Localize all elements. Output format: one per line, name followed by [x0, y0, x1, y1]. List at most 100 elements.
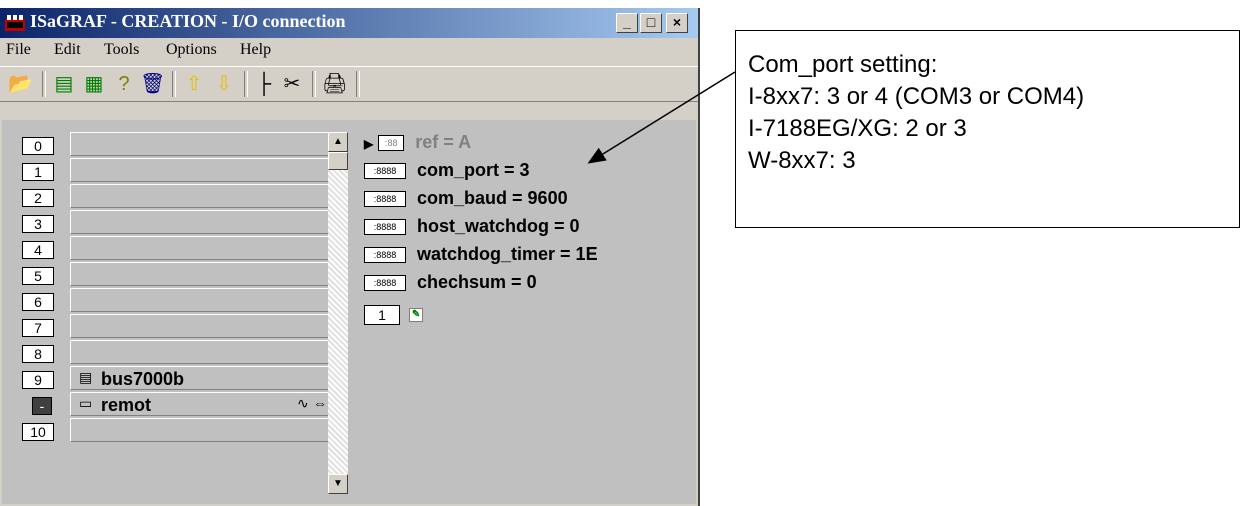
- toolbar-separator: [312, 71, 316, 97]
- toolbar-separator: [244, 71, 248, 97]
- slot-number[interactable]: 0: [22, 137, 54, 155]
- toolbar-separator: [356, 71, 360, 97]
- slot-cell[interactable]: [70, 288, 330, 312]
- param-label: host_watchdog = 0: [417, 216, 580, 236]
- vertical-scrollbar[interactable]: ▲ ▼: [328, 132, 348, 494]
- param-icon: :8888: [364, 191, 406, 208]
- slot-row[interactable]: 2: [22, 184, 330, 210]
- slot-number[interactable]: 3: [22, 215, 54, 233]
- slot-number[interactable]: 1: [22, 163, 54, 181]
- param-label: chechsum = 0: [417, 272, 537, 292]
- slot-row[interactable]: 0: [22, 132, 330, 158]
- param-icon: :8888: [364, 219, 406, 236]
- menu-edit[interactable]: Edit: [54, 41, 81, 59]
- slot-number[interactable]: 4: [22, 241, 54, 259]
- slot-row[interactable]: 8: [22, 340, 330, 366]
- toolbar-separator: [42, 71, 46, 97]
- param-label: watchdog_timer = 1E: [417, 244, 598, 264]
- slot-cell[interactable]: [70, 158, 330, 182]
- param-label: ref = A: [415, 132, 472, 152]
- open-icon[interactable]: 📂: [8, 72, 33, 96]
- param-label: com_port = 3: [417, 160, 530, 180]
- wave-icon: ∿: [297, 395, 309, 411]
- slot-number[interactable]: 10: [22, 423, 54, 441]
- minimize-button[interactable]: _: [616, 13, 638, 33]
- slot-row[interactable]: 10: [22, 418, 330, 444]
- slot-row[interactable]: - ▭ remot ∿ ⇔: [22, 392, 330, 418]
- scroll-up-button[interactable]: ▲: [328, 132, 348, 152]
- param-icon: :88: [378, 135, 405, 152]
- slot-number[interactable]: -: [32, 397, 52, 415]
- board-icon[interactable]: ▤: [52, 72, 76, 96]
- slot-number[interactable]: 6: [22, 293, 54, 311]
- channel-number[interactable]: 1: [364, 305, 400, 326]
- slot-cell[interactable]: [70, 418, 330, 442]
- slot-number[interactable]: 8: [22, 345, 54, 363]
- param-com-port[interactable]: :8888 com_port = 3: [364, 160, 530, 184]
- copy-icon[interactable]: ▦: [82, 72, 106, 96]
- maximize-button[interactable]: □: [640, 13, 662, 33]
- param-checksum[interactable]: :8888 chechsum = 0: [364, 272, 537, 296]
- slot-label: remot: [101, 395, 152, 415]
- scroll-down-button[interactable]: ▼: [328, 474, 348, 494]
- param-com-baud[interactable]: :8888 com_baud = 9600: [364, 188, 568, 212]
- slot-cell[interactable]: [70, 236, 330, 260]
- slot-number[interactable]: 9: [22, 371, 54, 389]
- title-bar[interactable]: ISaGRAF - CREATION - I/O connection _ □ …: [0, 8, 698, 38]
- menu-bar: File Edit Tools Options Help: [0, 38, 698, 64]
- cut-icon[interactable]: ✂: [280, 72, 304, 96]
- tree-icon[interactable]: ├: [252, 72, 276, 96]
- slot-row[interactable]: 4: [22, 236, 330, 262]
- slot-row[interactable]: 3: [22, 210, 330, 236]
- isagraf-window: ISaGRAF - CREATION - I/O connection _ □ …: [0, 8, 700, 506]
- slot-row[interactable]: 7: [22, 314, 330, 340]
- param-host-watchdog[interactable]: :8888 host_watchdog = 0: [364, 216, 580, 240]
- channel-row[interactable]: 1 ✎: [364, 304, 424, 328]
- arrow-down-icon[interactable]: ⇩: [212, 72, 236, 96]
- scroll-thumb[interactable]: [328, 152, 348, 170]
- slot-cell[interactable]: [70, 132, 330, 156]
- slot-number[interactable]: 2: [22, 189, 54, 207]
- slot-cell[interactable]: ▤ bus7000b: [70, 366, 330, 390]
- close-button[interactable]: ×: [666, 13, 688, 33]
- slot-cell[interactable]: [70, 314, 330, 338]
- param-icon: :8888: [364, 247, 406, 264]
- annotation-box: Com_port setting: I-8xx7: 3 or 4 (COM3 o…: [735, 30, 1240, 228]
- param-icon: :8888: [364, 163, 406, 180]
- app-icon: [5, 15, 25, 31]
- slot-number[interactable]: 5: [22, 267, 54, 285]
- param-ref[interactable]: ▶ :88 ref = A: [364, 132, 471, 156]
- slot-row[interactable]: 5: [22, 262, 330, 288]
- slot-row[interactable]: 9 ▤ bus7000b: [22, 366, 330, 392]
- slot-number[interactable]: 7: [22, 319, 54, 337]
- slot-row[interactable]: 6: [22, 288, 330, 314]
- edit-icon[interactable]: ✎: [409, 308, 424, 323]
- arrow-up-icon[interactable]: ⇧: [182, 72, 206, 96]
- equipment-icon: ▭: [79, 395, 93, 411]
- param-watchdog-timer[interactable]: :8888 watchdog_timer = 1E: [364, 244, 598, 268]
- trash-icon[interactable]: 🗑: [140, 72, 165, 96]
- print-icon[interactable]: 🖨: [322, 72, 347, 96]
- toolbar: 📂 ▤ ▦ ? 🗑 ⇧ ⇩ ├ ✂ 🖨: [0, 66, 698, 102]
- note-title: Com_port setting:: [748, 51, 938, 78]
- slot-cell[interactable]: ▭ remot ∿ ⇔: [70, 392, 330, 416]
- note-line: W-8xx7: 3: [748, 147, 856, 174]
- slot-cell[interactable]: [70, 262, 330, 286]
- help-icon[interactable]: ?: [112, 72, 136, 96]
- menu-tools[interactable]: Tools: [104, 41, 139, 59]
- toolbar-separator: [172, 71, 176, 97]
- param-label: com_baud = 9600: [417, 188, 568, 208]
- slot-cell[interactable]: [70, 210, 330, 234]
- param-icon: :8888: [364, 275, 406, 292]
- menu-file[interactable]: File: [6, 41, 31, 59]
- note-line: I-7188EG/XG: 2 or 3: [748, 115, 967, 142]
- board-icon: ▤: [79, 369, 93, 385]
- slot-label: bus7000b: [101, 369, 185, 389]
- slot-cell[interactable]: [70, 184, 330, 208]
- window-title: ISaGRAF - CREATION - I/O connection: [30, 11, 346, 31]
- slot-cell[interactable]: [70, 340, 330, 364]
- menu-options[interactable]: Options: [166, 41, 217, 59]
- slot-row[interactable]: 1: [22, 158, 330, 184]
- io-connection-pane: 0 1 2 3 4 5 6 7 8 9 ▤ bus7000b - ▭ remot…: [2, 120, 696, 504]
- menu-help[interactable]: Help: [240, 41, 271, 59]
